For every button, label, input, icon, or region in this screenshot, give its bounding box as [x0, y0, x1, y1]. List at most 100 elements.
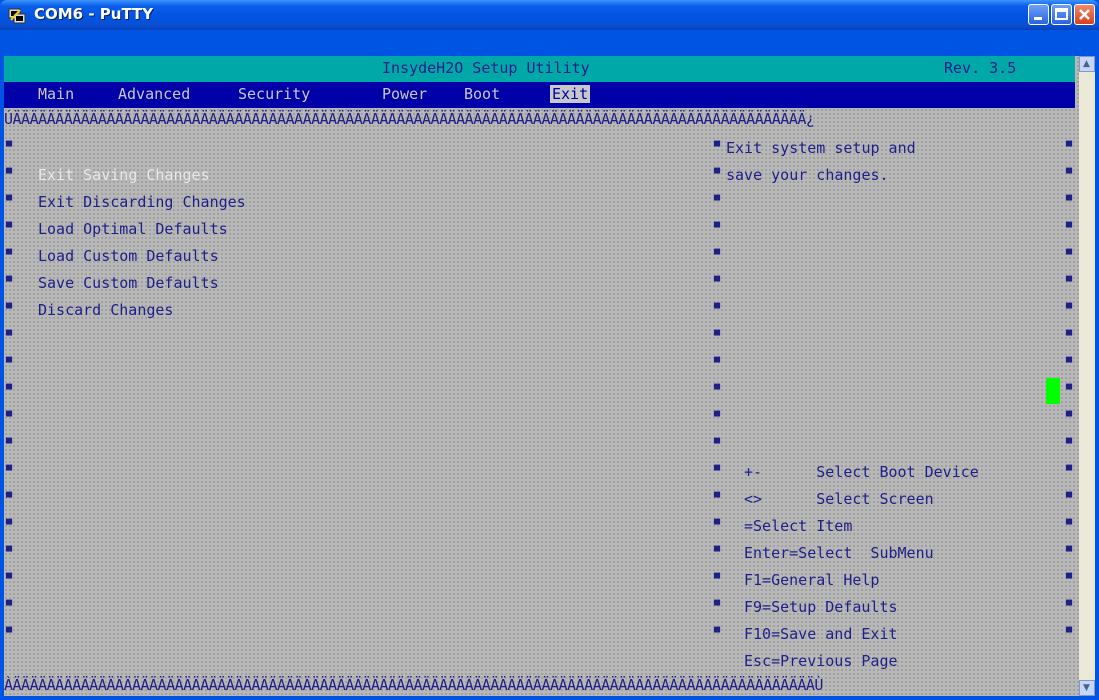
option-save-custom-defaults[interactable]: Save Custom Defaults: [38, 274, 219, 292]
right-row-marker: ▀: [1066, 439, 1073, 450]
help-row-marker: ▀: [714, 331, 721, 342]
help-row-marker: ▀: [714, 547, 721, 558]
key-legend-enter-submenu: Enter=Select SubMenu: [744, 544, 934, 562]
help-row-marker: ▀: [714, 223, 721, 234]
right-row-marker: ▀: [1066, 304, 1073, 315]
right-row-marker: ▀: [1066, 574, 1073, 585]
menu-item-boot[interactable]: Boot: [464, 85, 500, 103]
help-text-line-2: save your changes.: [726, 166, 889, 184]
option-exit-saving-changes[interactable]: Exit Saving Changes: [38, 166, 210, 184]
menu-item-exit[interactable]: Exit: [550, 85, 591, 103]
minimize-icon: [1034, 17, 1042, 20]
help-row-marker: ▀: [714, 574, 721, 585]
menu-item-main[interactable]: Main: [38, 85, 74, 103]
help-text-line-1: Exit system setup and: [726, 139, 916, 157]
help-row-marker: ▀: [714, 385, 721, 396]
key-description: Select Boot Device: [816, 463, 979, 481]
option-load-optimal-defaults[interactable]: Load Optimal Defaults: [38, 220, 228, 238]
right-row-marker: ▀: [1066, 385, 1073, 396]
key-legend-previous-page: Esc=Previous Page: [744, 652, 898, 670]
help-row-marker: ▀: [714, 628, 721, 639]
right-row-marker: ▀: [1066, 547, 1073, 558]
help-row-marker: ▀: [714, 169, 721, 180]
right-row-marker: ▀: [1066, 142, 1073, 153]
right-row-marker: ▀: [1066, 331, 1073, 342]
row-marker: ▀: [6, 466, 13, 477]
row-marker: ▀: [6, 520, 13, 531]
bios-revision: Rev. 3.5: [944, 59, 1017, 77]
scroll-up-button[interactable]: ▲: [1079, 56, 1095, 72]
putty-window: COM6 - PuTTY InsydeH2O Setup Utility Rev…: [0, 0, 1099, 700]
right-row-marker: ▀: [1066, 520, 1073, 531]
right-row-marker: ▀: [1066, 412, 1073, 423]
right-row-marker: ▀: [1066, 250, 1073, 261]
row-marker: ▀: [6, 358, 13, 369]
right-row-marker: ▀: [1066, 277, 1073, 288]
right-row-marker: ▀: [1066, 358, 1073, 369]
right-row-marker: ▀: [1066, 196, 1073, 207]
row-marker: ▀: [6, 223, 13, 234]
row-marker: ▀: [6, 277, 13, 288]
title-bar[interactable]: COM6 - PuTTY: [0, 0, 1099, 30]
key-legend-setup-defaults: F9=Setup Defaults: [744, 598, 898, 616]
row-marker: ▀: [6, 574, 13, 585]
bios-menu-bar: Main Advanced Security Power Boot Exit: [4, 82, 1075, 108]
row-marker: ▀: [6, 142, 13, 153]
help-row-marker: ▀: [714, 439, 721, 450]
help-row-marker: ▀: [714, 196, 721, 207]
row-marker: ▀: [6, 493, 13, 504]
help-row-marker: ▀: [714, 304, 721, 315]
terminal-screen[interactable]: InsydeH2O Setup Utility Rev. 3.5 Main Ad…: [4, 56, 1079, 696]
right-row-marker: ▀: [1066, 628, 1073, 639]
help-row-marker: ▀: [714, 250, 721, 261]
key-description: Select Screen: [816, 490, 934, 508]
row-marker: ▀: [6, 628, 13, 639]
right-row-marker: ▀: [1066, 169, 1073, 180]
row-marker: ▀: [6, 196, 13, 207]
key-legend-select-item: =Select Item: [744, 517, 853, 535]
row-marker: ▀: [6, 304, 13, 315]
minimize-button[interactable]: [1028, 4, 1049, 25]
option-load-custom-defaults[interactable]: Load Custom Defaults: [38, 247, 219, 265]
help-row-marker: ▀: [714, 358, 721, 369]
row-marker: ▀: [6, 385, 13, 396]
right-row-marker: ▀: [1066, 601, 1073, 612]
putty-app-icon[interactable]: [8, 6, 26, 24]
key-legend-save-and-exit: F10=Save and Exit: [744, 625, 898, 643]
right-row-marker: ▀: [1066, 466, 1073, 477]
terminal-cursor: [1046, 378, 1060, 404]
help-row-marker: ▀: [714, 412, 721, 423]
terminal-client-area: InsydeH2O Setup Utility Rev. 3.5 Main Ad…: [4, 30, 1095, 696]
row-marker: ▀: [6, 547, 13, 558]
maximize-icon: [1055, 8, 1068, 20]
key-legend-select-boot-device: +- Select Boot Device: [744, 463, 979, 481]
row-marker: ▀: [6, 331, 13, 342]
help-row-marker: ▀: [714, 493, 721, 504]
key-legend-general-help: F1=General Help: [744, 571, 880, 589]
help-row-marker: ▀: [714, 520, 721, 531]
terminal-background: [4, 56, 1079, 696]
row-marker: ▀: [6, 439, 13, 450]
close-button[interactable]: [1074, 4, 1095, 25]
menu-item-power[interactable]: Power: [382, 85, 427, 103]
bios-title: InsydeH2O Setup Utility: [382, 59, 590, 77]
row-marker: ▀: [6, 412, 13, 423]
help-row-marker: ▀: [714, 277, 721, 288]
row-marker: ▀: [6, 169, 13, 180]
option-exit-discarding-changes[interactable]: Exit Discarding Changes: [38, 193, 246, 211]
bios-header: InsydeH2O Setup Utility Rev. 3.5: [4, 56, 1075, 82]
key-symbol: <>: [744, 490, 763, 508]
scroll-down-button[interactable]: ▼: [1079, 680, 1095, 696]
help-row-marker: ▀: [714, 601, 721, 612]
right-row-marker: ▀: [1066, 493, 1073, 504]
vertical-scrollbar[interactable]: ▲ ▼: [1079, 56, 1095, 696]
maximize-button[interactable]: [1051, 4, 1072, 25]
chevron-down-icon: ▼: [1083, 683, 1090, 693]
top-border: ÚÄÄÄÄÄÄÄÄÄÄÄÄÄÄÄÄÄÄÄÄÄÄÄÄÄÄÄÄÄÄÄÄÄÄÄÄÄÄÄ…: [4, 110, 815, 128]
option-discard-changes[interactable]: Discard Changes: [38, 301, 173, 319]
menu-item-security[interactable]: Security: [238, 85, 310, 103]
window-title: COM6 - PuTTY: [34, 5, 154, 23]
row-marker: ▀: [6, 250, 13, 261]
menu-item-advanced[interactable]: Advanced: [118, 85, 190, 103]
row-marker: ▀: [6, 601, 13, 612]
